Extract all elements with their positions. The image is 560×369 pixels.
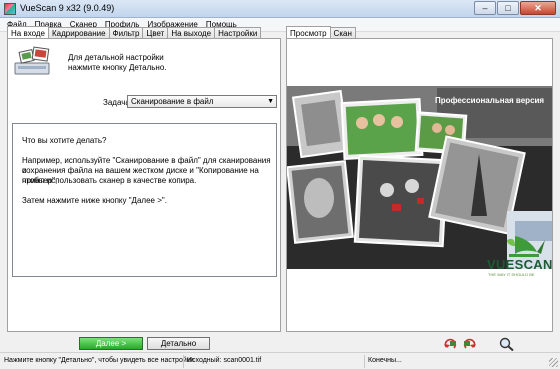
resize-grip[interactable] — [549, 358, 558, 367]
next-button[interactable]: Далее > — [79, 337, 143, 350]
minimize-button[interactable]: – — [474, 1, 496, 15]
status-end: Конечны... — [368, 357, 402, 364]
status-divider — [364, 355, 365, 368]
rotate-left-icon[interactable] — [443, 337, 459, 351]
logo-text: VUESCAN — [487, 257, 553, 272]
task-select-value: Сканирование в файл — [131, 97, 214, 106]
info-question: Что вы хотите делать? — [22, 136, 107, 145]
chevron-down-icon: ▼ — [267, 98, 274, 105]
info-box: Что вы хотите делать? Например, использу… — [12, 123, 277, 277]
hint-line-2: нажмите кнопку Детально. — [68, 63, 167, 72]
status-source: Исходный: scan0001.tif — [187, 357, 262, 364]
input-panel: Для детальной настройки нажмите кнопку Д… — [7, 38, 281, 332]
window-title: VueScan 9 x32 (9.0.49) — [20, 3, 115, 13]
hint-line-1: Для детальной настройки — [68, 53, 164, 62]
logo-tagline: THE WAY IT SHOULD BE — [488, 272, 535, 277]
scanner-photos-icon — [14, 46, 50, 75]
status-hint: Нажмите кнопку "Детально", чтобы увидеть… — [4, 357, 194, 364]
preview-panel: Профессиональная версия VUESCAN THE WAY … — [286, 38, 553, 332]
detail-button[interactable]: Детально — [147, 337, 210, 350]
version-text: Профессиональная версия — [435, 96, 545, 105]
app-icon — [4, 3, 16, 15]
status-bar: Нажмите кнопку "Детально", чтобы увидеть… — [0, 352, 560, 369]
close-button[interactable]: ✕ — [520, 1, 556, 15]
info-next-hint: Затем нажмите ниже кнопку "Далее >". — [22, 196, 167, 205]
title-bar: VueScan 9 x32 (9.0.49) – □ ✕ — [0, 0, 560, 18]
rotate-right-icon[interactable] — [461, 337, 477, 351]
status-divider — [183, 355, 184, 368]
task-select[interactable]: Сканирование в файл ▼ — [127, 95, 277, 108]
maximize-button[interactable]: □ — [497, 1, 519, 15]
hint-text: Для детальной настройки нажмите кнопку Д… — [68, 53, 167, 73]
info-line-3: чтобы использовать сканер в качестве коп… — [22, 176, 197, 185]
zoom-icon[interactable] — [499, 337, 515, 351]
